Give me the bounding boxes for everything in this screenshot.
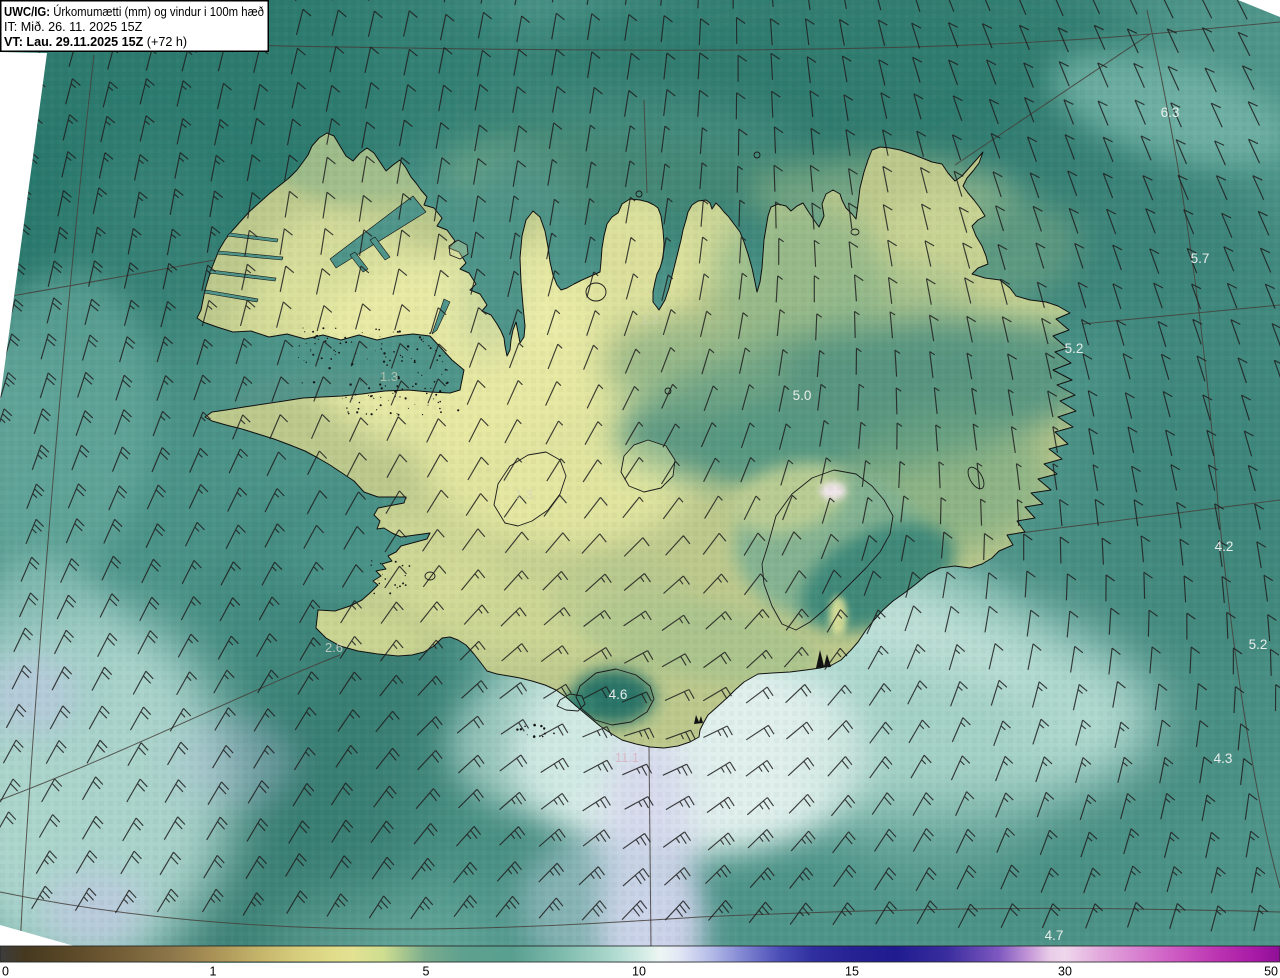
svg-text:0: 0 — [2, 965, 9, 978]
svg-text:15: 15 — [845, 965, 859, 978]
svg-text:50: 50 — [1264, 965, 1278, 978]
svg-text:4.7: 4.7 — [1045, 928, 1064, 943]
svg-text:5: 5 — [423, 965, 430, 978]
svg-text:1: 1 — [210, 965, 217, 978]
svg-text:10: 10 — [632, 965, 646, 978]
svg-text:1.3: 1.3 — [515, 488, 532, 502]
svg-text:1.2: 1.2 — [641, 313, 658, 327]
svg-text:IT: Mið. 26. 11. 2025 15Z: IT: Mið. 26. 11. 2025 15Z — [4, 20, 143, 34]
svg-text:4.3: 4.3 — [1214, 751, 1233, 766]
svg-text:11.1: 11.1 — [615, 750, 639, 765]
svg-text:UWC/IG: Úrkomumætti (mm) og vi: UWC/IG: Úrkomumætti (mm) og vindur i 100… — [4, 4, 264, 19]
svg-text:30: 30 — [1058, 965, 1072, 978]
svg-text:6.3: 6.3 — [1161, 105, 1180, 120]
svg-text:4.6: 4.6 — [609, 687, 628, 702]
svg-text:5.2: 5.2 — [1249, 637, 1268, 652]
svg-text:2.6: 2.6 — [325, 640, 343, 655]
svg-text:5.2: 5.2 — [1065, 341, 1084, 356]
svg-text:VT: Lau. 29.11.2025 15Z (+72 h: VT: Lau. 29.11.2025 15Z (+72 h) — [4, 35, 187, 49]
svg-text:5.7: 5.7 — [1191, 251, 1210, 266]
svg-text:5.0: 5.0 — [793, 388, 812, 403]
svg-text:4.2: 4.2 — [1215, 539, 1234, 554]
svg-text:1.3: 1.3 — [380, 369, 398, 384]
